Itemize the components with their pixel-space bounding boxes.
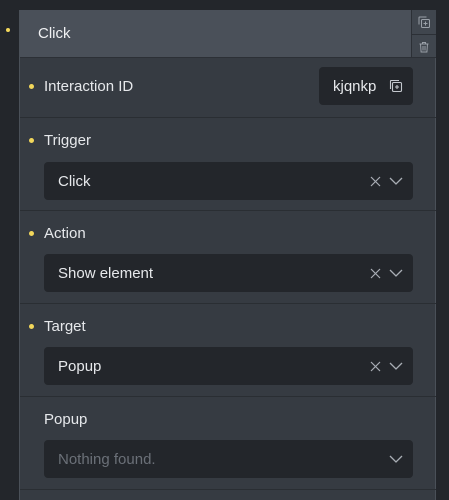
delete-button[interactable] <box>412 34 436 58</box>
action-section: Action Show element <box>20 211 436 304</box>
interaction-id-field[interactable]: kjqnkp <box>319 67 413 105</box>
action-select[interactable]: Show element <box>44 254 413 292</box>
field-indicator-dot <box>29 324 34 329</box>
close-icon[interactable] <box>370 361 381 372</box>
copy-icon[interactable] <box>389 79 403 93</box>
header-actions <box>411 10 436 58</box>
action-label: Action <box>44 225 86 242</box>
interaction-id-label: Interaction ID <box>44 78 134 95</box>
chevron-down-icon[interactable] <box>389 269 403 277</box>
chevron-down-icon[interactable] <box>389 455 403 463</box>
close-icon[interactable] <box>370 268 381 279</box>
interaction-title: Click <box>38 25 71 42</box>
duplicate-icon <box>418 16 430 28</box>
trigger-section: Trigger Click <box>20 118 436 211</box>
interaction-indicator-dot <box>6 28 10 32</box>
trigger-value: Click <box>58 172 91 190</box>
field-indicator-dot <box>29 231 34 236</box>
interaction-id-section: Interaction ID kjqnkp <box>20 58 436 118</box>
chevron-down-icon[interactable] <box>389 177 403 185</box>
popup-section: Popup Nothing found. <box>20 397 436 490</box>
interaction-id-value: kjqnkp <box>333 77 377 95</box>
popup-select[interactable]: Nothing found. <box>44 440 413 478</box>
action-value: Show element <box>58 264 154 282</box>
field-indicator-dot <box>29 138 34 143</box>
popup-label: Popup <box>44 411 88 428</box>
duplicate-button[interactable] <box>412 10 436 34</box>
popup-placeholder: Nothing found. <box>58 450 156 468</box>
field-indicator-dot <box>29 84 34 89</box>
trigger-label: Trigger <box>44 132 91 149</box>
target-section: Target Popup <box>20 304 436 397</box>
target-label: Target <box>44 318 86 335</box>
target-value: Popup <box>58 357 102 375</box>
target-select[interactable]: Popup <box>44 347 413 385</box>
chevron-down-icon[interactable] <box>389 362 403 370</box>
trigger-select[interactable]: Click <box>44 162 413 200</box>
interaction-panel: Click Interaction ID kjqnkp Trigger Clic… <box>19 10 436 500</box>
close-icon[interactable] <box>370 176 381 187</box>
interaction-header[interactable]: Click <box>20 10 411 58</box>
trash-icon <box>419 41 429 52</box>
